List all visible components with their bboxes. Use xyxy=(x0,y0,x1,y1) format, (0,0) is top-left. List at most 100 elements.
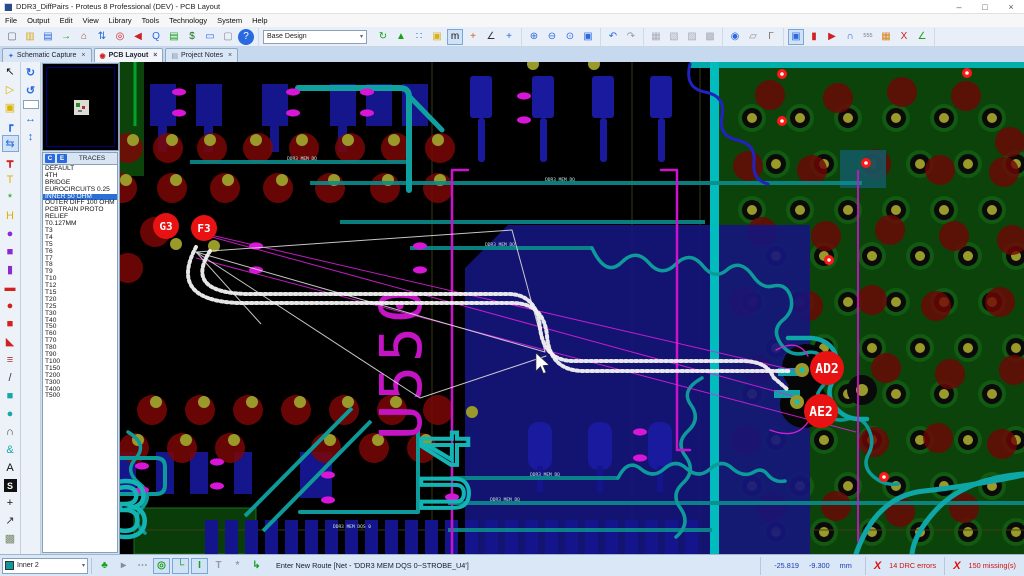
corner-route-icon[interactable]: └ xyxy=(172,558,189,574)
measure-icon[interactable]: ∠ xyxy=(914,29,930,45)
dil-pad-tool-icon[interactable]: ▮ xyxy=(2,261,19,278)
prism-view-icon[interactable]: ▲ xyxy=(393,29,409,45)
polar-coords-icon[interactable]: ∠ xyxy=(483,29,499,45)
layers-icon[interactable]: ▣ xyxy=(429,29,445,45)
menu-edit[interactable]: Edit xyxy=(55,16,78,25)
menu-library[interactable]: Library xyxy=(104,16,137,25)
autoplace-icon[interactable]: ▣ xyxy=(788,29,804,45)
trace-style-item[interactable]: T500 xyxy=(43,393,117,400)
mirror-horizontal-icon[interactable]: ↔ xyxy=(23,111,39,127)
pin-tool-icon[interactable]: H xyxy=(2,207,19,224)
star-route-icon[interactable]: * xyxy=(229,558,246,574)
tools-hammer-icon[interactable]: Γ xyxy=(763,29,779,45)
menu-file[interactable]: File xyxy=(0,16,22,25)
box-tool-icon[interactable]: ■ xyxy=(2,387,19,404)
via-tool-icon[interactable]: ┳ xyxy=(2,153,19,170)
zoom-sheet-icon[interactable]: ▣ xyxy=(580,29,596,45)
smt-round-pad-tool-icon[interactable]: ● xyxy=(2,297,19,314)
undo-icon[interactable]: ↶ xyxy=(605,29,621,45)
menu-view[interactable]: View xyxy=(78,16,104,25)
pcb-target-icon[interactable]: ◎ xyxy=(112,29,128,45)
dimension-tool-icon[interactable]: ↗ xyxy=(2,512,19,529)
trace-style-item[interactable]: T4 xyxy=(43,235,117,242)
text-tool-icon[interactable]: A xyxy=(2,459,19,476)
route-edit-icon[interactable]: ▶ xyxy=(824,29,840,45)
design-selector[interactable]: Base Design▾ xyxy=(263,30,367,44)
net-colors-icon[interactable]: X xyxy=(896,29,912,45)
pcb-canvas[interactable]: U550U43DDR3 MEM DQDDR3 MEM DQDDR3 MEM DQ… xyxy=(120,62,1024,554)
mirror-vertical-icon[interactable]: ↕ xyxy=(23,129,39,145)
menu-tools[interactable]: Tools xyxy=(137,16,165,25)
smt-square-pad-tool-icon[interactable]: ■ xyxy=(2,315,19,332)
tab-close-icon[interactable]: × xyxy=(228,52,232,59)
menu-output[interactable]: Output xyxy=(22,16,55,25)
goto-part-icon[interactable]: ◉ xyxy=(727,29,743,45)
home-page-icon[interactable]: ⌂ xyxy=(76,29,92,45)
block-cut-icon[interactable]: ▦ xyxy=(648,29,664,45)
t-route-icon[interactable]: T xyxy=(210,558,227,574)
line-tool-icon[interactable]: / xyxy=(2,369,19,386)
marker-tool-icon[interactable]: + xyxy=(2,494,19,511)
block-delete-icon[interactable]: ▩ xyxy=(702,29,718,45)
square-pad-tool-icon[interactable]: ■ xyxy=(2,243,19,260)
ratsnest-tool-icon[interactable]: * xyxy=(2,189,19,206)
tab-schematic-capture[interactable]: ✦Schematic Capture× xyxy=(2,48,92,62)
save-project-icon[interactable]: ▤ xyxy=(40,29,56,45)
edit-trace-style-button[interactable]: E xyxy=(57,154,67,163)
overview-minimap[interactable] xyxy=(42,63,119,151)
design-rules-icon[interactable]: 555 xyxy=(860,29,876,45)
trace-style-item[interactable]: T3 xyxy=(43,228,117,235)
arc-tool-icon[interactable]: ∩ xyxy=(2,423,19,440)
component-tool-icon[interactable]: ▷ xyxy=(2,81,19,98)
zoom-search-icon[interactable]: Q xyxy=(148,29,164,45)
zoom-in-icon[interactable]: ⊕ xyxy=(526,29,542,45)
board-view-icon[interactable]: ▦ xyxy=(878,29,894,45)
rotate-cw-icon[interactable]: ↻ xyxy=(23,64,39,80)
redraw-icon[interactable]: ↻ xyxy=(375,29,391,45)
design-explorer-icon[interactable]: ⇅ xyxy=(94,29,110,45)
open-project-icon[interactable]: ▥ xyxy=(22,29,38,45)
trace-style-item[interactable]: T8 xyxy=(43,262,117,269)
straight-route-icon[interactable]: I xyxy=(191,558,208,574)
create-trace-style-button[interactable]: C xyxy=(45,154,55,163)
round-pad-tool-icon[interactable]: ● xyxy=(2,225,19,242)
panel-icon[interactable]: ▭ xyxy=(202,29,218,45)
pad-stack-tool-icon[interactable]: ≡ xyxy=(2,351,19,368)
trace-style-item[interactable]: T7 xyxy=(43,256,117,263)
trace-angle-icon[interactable]: ▸ xyxy=(115,558,132,574)
trace-style-item[interactable]: T5 xyxy=(43,242,117,249)
track-tool-icon[interactable]: ┏ xyxy=(2,117,19,134)
symbol-tool-icon[interactable]: S xyxy=(4,479,17,492)
new-project-icon[interactable]: ▢ xyxy=(4,29,20,45)
tab-pcb-layout[interactable]: ◉PCB Layout× xyxy=(94,48,164,62)
menu-help[interactable]: Help xyxy=(247,16,272,25)
grid-toggle-icon[interactable]: ∷ xyxy=(411,29,427,45)
tab-close-icon[interactable]: × xyxy=(153,52,157,59)
diff-pair-tool-icon[interactable]: ⇆ xyxy=(2,135,19,152)
layer-selector[interactable]: Inner 2 ▾ xyxy=(2,558,88,574)
cost-report-icon[interactable]: $ xyxy=(184,29,200,45)
trace-style-item[interactable]: T6 xyxy=(43,249,117,256)
new-part-icon[interactable]: ▱ xyxy=(745,29,761,45)
angle-input[interactable] xyxy=(23,100,39,109)
image-tool-icon[interactable]: ▩ xyxy=(2,530,19,547)
layer-leaf-icon[interactable]: ♣ xyxy=(96,558,113,574)
selection-tool-icon[interactable]: ↖ xyxy=(2,63,19,80)
package-tool-icon[interactable]: ▣ xyxy=(2,99,19,116)
menu-system[interactable]: System xyxy=(212,16,247,25)
tab-project-notes[interactable]: ▤Project Notes× xyxy=(165,48,238,62)
curved-route-icon[interactable]: ⋯ xyxy=(134,558,151,574)
exit-route-icon[interactable]: ↳ xyxy=(248,558,265,574)
bom-icon[interactable]: ▤ xyxy=(166,29,182,45)
follow-route-icon[interactable]: ◎ xyxy=(153,558,170,574)
drc-errors-indicator[interactable]: X 14 DRC errors xyxy=(865,557,944,575)
path-tool-icon[interactable]: & xyxy=(2,441,19,458)
polygon-pad-tool-icon[interactable]: ◣ xyxy=(2,333,19,350)
rotate-ccw-icon[interactable]: ↺ xyxy=(23,82,39,98)
redo-icon[interactable]: ↷ xyxy=(623,29,639,45)
missing-nets-indicator[interactable]: X 150 missing(s) xyxy=(944,557,1024,575)
maximize-button[interactable]: □ xyxy=(972,2,998,12)
menu-technology[interactable]: Technology xyxy=(164,16,212,25)
trace-style-item[interactable]: T0.127MM xyxy=(43,221,117,228)
import-project-icon[interactable]: → xyxy=(58,29,74,45)
